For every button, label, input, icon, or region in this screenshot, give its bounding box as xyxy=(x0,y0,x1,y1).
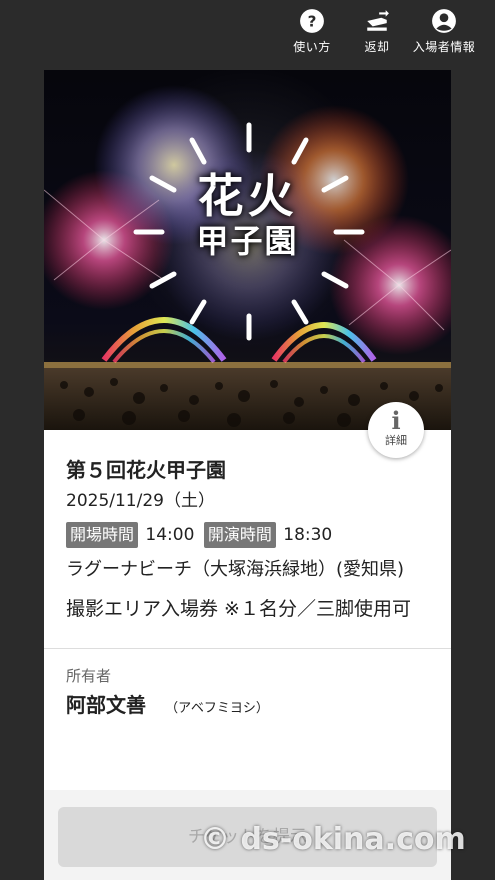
event-title: 第５回花火甲子園 xyxy=(66,458,226,482)
owner-name: 阿部文善 xyxy=(66,693,146,717)
logo-line-top: 花火 xyxy=(197,169,298,223)
open-time-badge: 開場時間 xyxy=(66,522,139,548)
info-icon: i xyxy=(391,406,401,435)
ticket-footer: チケットを提示 xyxy=(44,790,451,880)
ticket-type: 撮影エリア入場券 ※１名分／三脚使用可 xyxy=(66,598,411,620)
ticket-return-icon xyxy=(367,10,389,31)
top-bar: ? 使い方 返却 入場者情報 xyxy=(0,0,495,66)
present-ticket-button[interactable]: チケットを提示 xyxy=(58,807,437,867)
start-time-badge: 開演時間 xyxy=(203,522,276,548)
owner-label: 所有者 xyxy=(66,667,112,685)
owner-kana: （アベフミヨシ） xyxy=(165,701,269,716)
event-logo: 花火 甲子園 xyxy=(44,170,451,260)
account-circle-icon xyxy=(432,9,456,33)
event-hero-image: 花火 甲子園 xyxy=(44,70,451,430)
attendee-info-button[interactable]: 入場者情報 xyxy=(404,8,484,55)
owner-section: 所有者 阿部文善 （アベフミヨシ） xyxy=(44,649,451,729)
event-details: 第５回花火甲子園 2025/11/29（土） 開場時間 14:00 開演時間 1… xyxy=(44,430,451,638)
logo-line-bottom: 甲子園 xyxy=(196,222,299,260)
event-venue: ラグーナビーチ（大塚海浜緑地）(愛知県) xyxy=(66,559,405,580)
help-circle-icon: ? xyxy=(300,9,324,33)
owner-row: 阿部文善 （アベフミヨシ） xyxy=(66,691,429,719)
event-times: 開場時間 14:00 開演時間 18:30 xyxy=(66,522,429,548)
open-time: 14:00 xyxy=(145,525,195,545)
ticket-card: 花火 甲子園 第５回花火甲子園 2025/11/29（土） 開場時間 14:00… xyxy=(44,70,451,880)
attendee-info-label: 入場者情報 xyxy=(412,40,476,54)
start-time: 18:30 xyxy=(283,525,333,545)
event-date: 2025/11/29（土） xyxy=(66,491,215,511)
svg-text:?: ? xyxy=(308,12,317,30)
details-button[interactable]: i 詳細 xyxy=(368,402,424,458)
details-label: 詳細 xyxy=(385,434,407,447)
